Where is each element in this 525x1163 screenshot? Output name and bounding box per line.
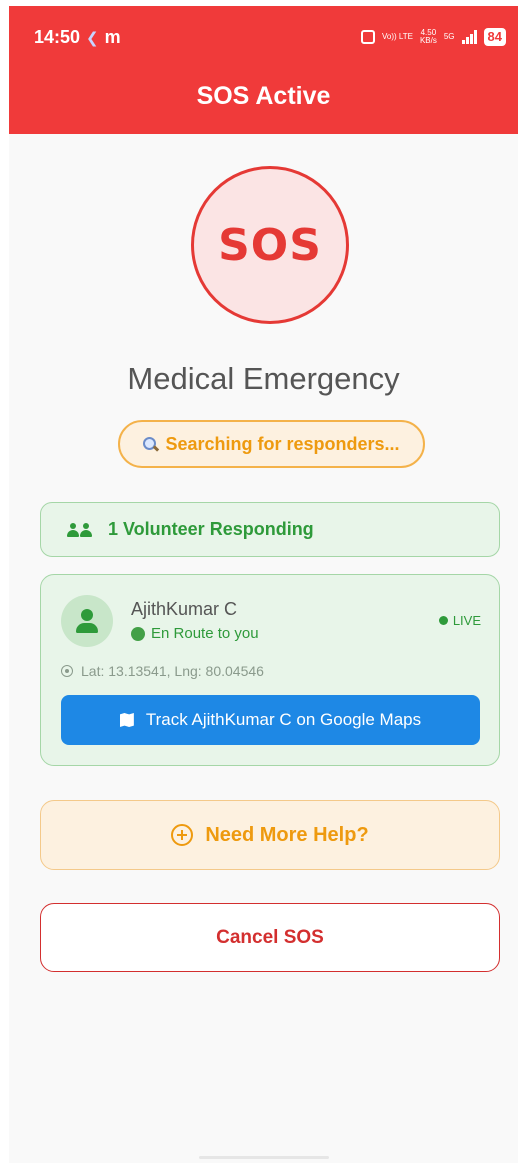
avatar bbox=[61, 595, 113, 647]
cancel-button-label: Cancel SOS bbox=[216, 926, 324, 948]
volunteer-count-label: 1 Volunteer Responding bbox=[108, 519, 314, 539]
app-notification-icon: m bbox=[104, 27, 121, 47]
phone-screen: 14:50 ❮ m Vo)) LTE 4.50 KB/s 5G 84 SOS A… bbox=[9, 6, 518, 1163]
sos-badge-label: SOS bbox=[218, 219, 322, 271]
vibrate-icon bbox=[360, 30, 375, 44]
responder-card: AjithKumar C En Route to you LIVE Lat: 1… bbox=[40, 574, 500, 766]
network-speed: 4.50 KB/s bbox=[420, 29, 437, 45]
battery-icon: 84 bbox=[483, 28, 506, 46]
responder-coordinates: Lat: 13.13541, Lng: 80.04546 bbox=[61, 663, 264, 679]
need-more-help-button[interactable]: Need More Help? bbox=[40, 800, 500, 870]
network-speed-unit: KB/s bbox=[419, 36, 437, 45]
cancel-sos-button[interactable]: Cancel SOS bbox=[40, 903, 500, 972]
location-target-icon bbox=[61, 665, 73, 677]
responder-name: AjithKumar C bbox=[131, 599, 238, 619]
responder-status-label: En Route to you bbox=[151, 625, 259, 642]
search-status-pill: Searching for responders... bbox=[118, 420, 425, 468]
help-button-label: Need More Help? bbox=[205, 823, 369, 846]
app-header: 14:50 ❮ m Vo)) LTE 4.50 KB/s 5G 84 SOS A… bbox=[9, 6, 518, 134]
status-bar-left: 14:50 ❮ m bbox=[34, 27, 121, 48]
live-badge: LIVE bbox=[438, 613, 481, 628]
volte-indicator: Vo)) LTE bbox=[381, 32, 413, 41]
flutter-icon: ❮ bbox=[86, 29, 99, 47]
responder-status: En Route to you bbox=[131, 625, 259, 642]
green-dot-icon bbox=[131, 626, 145, 641]
add-circle-icon bbox=[171, 824, 194, 846]
sos-badge: SOS bbox=[191, 166, 349, 324]
person-icon bbox=[81, 609, 93, 621]
track-on-maps-button[interactable]: Track AjithKumar C on Google Maps bbox=[61, 695, 480, 745]
coordinates-label: Lat: 13.13541, Lng: 80.04546 bbox=[81, 663, 264, 679]
live-dot-icon bbox=[438, 616, 448, 625]
page-title: SOS Active bbox=[196, 82, 331, 110]
volunteer-count-banner: 1 Volunteer Responding bbox=[40, 502, 500, 557]
live-label: LIVE bbox=[452, 613, 481, 628]
network-type: 5G bbox=[443, 32, 455, 41]
people-icon bbox=[67, 522, 92, 537]
map-icon bbox=[119, 713, 134, 727]
search-status-label: Searching for responders... bbox=[165, 433, 400, 454]
emergency-type: Medical Emergency bbox=[127, 361, 400, 396]
status-bar-right: Vo)) LTE 4.50 KB/s 5G 84 bbox=[360, 28, 506, 46]
magnifier-icon bbox=[143, 437, 157, 451]
track-button-label: Track AjithKumar C on Google Maps bbox=[145, 710, 422, 729]
home-indicator[interactable] bbox=[199, 1156, 329, 1159]
signal-icon bbox=[461, 30, 477, 44]
status-time: 14:50 bbox=[34, 27, 81, 47]
